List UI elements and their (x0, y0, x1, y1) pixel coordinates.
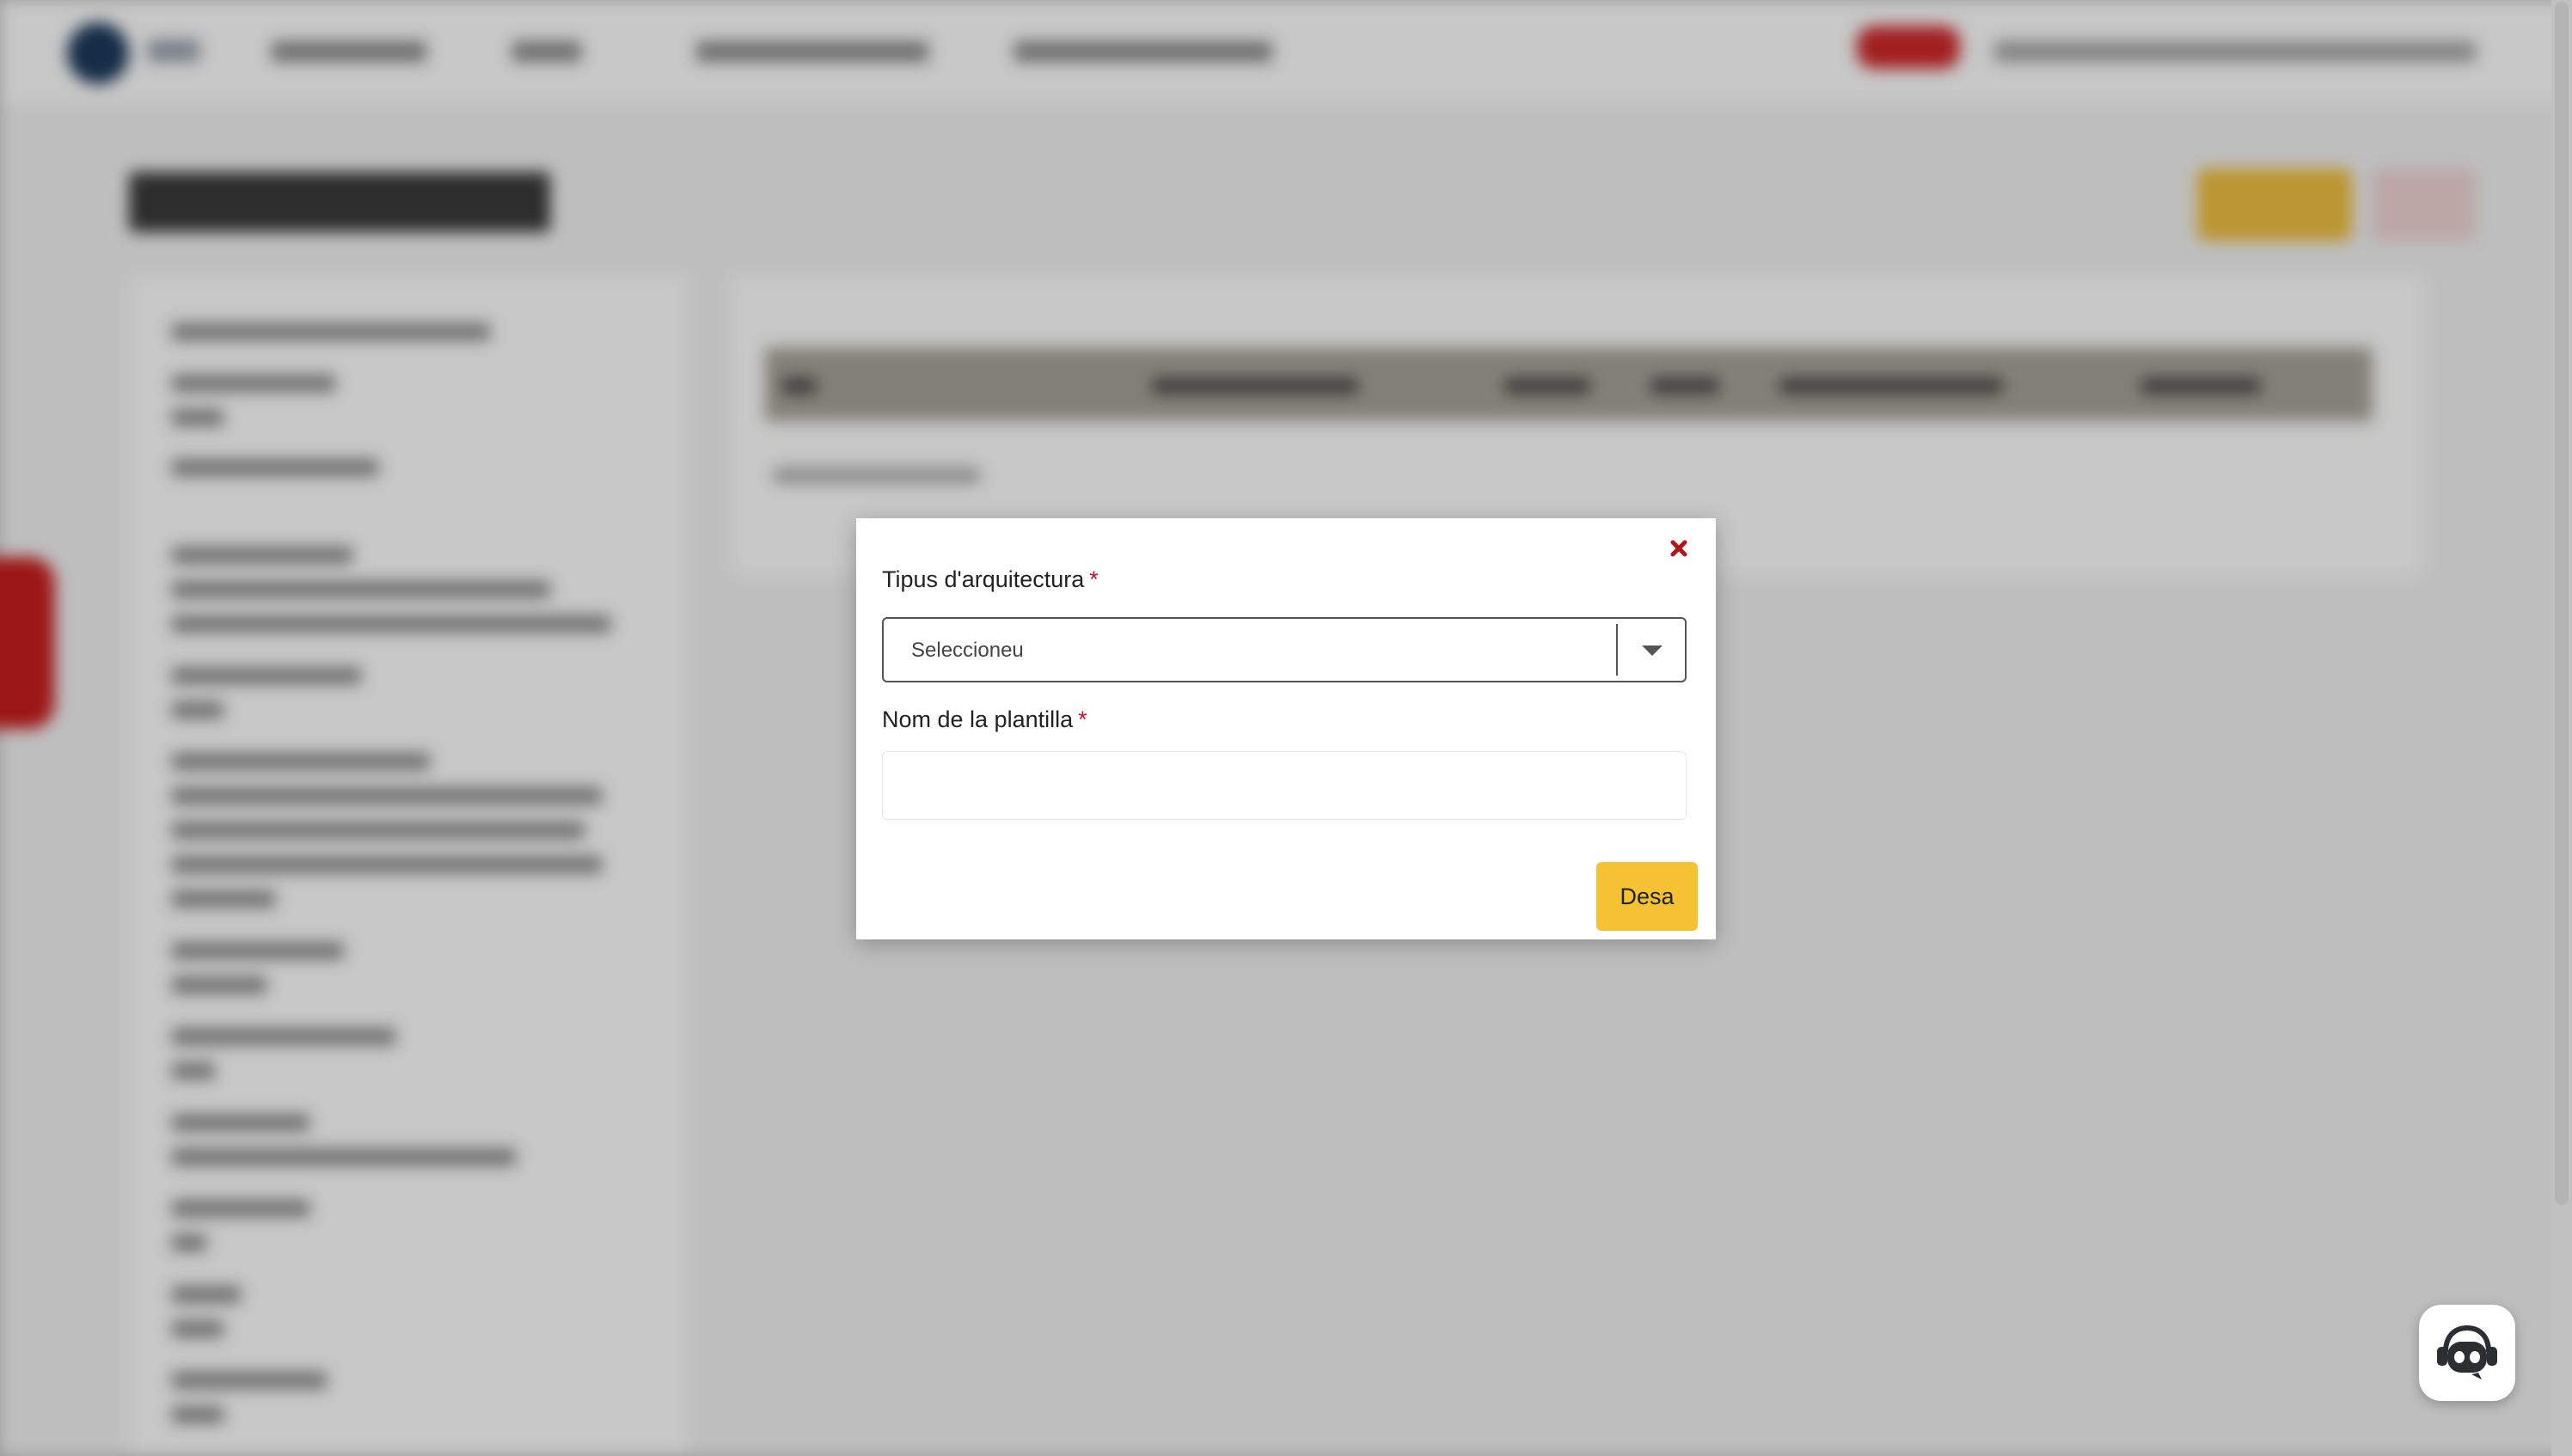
chevron-down-icon[interactable] (1635, 638, 1669, 664)
required-asterisk: * (1078, 707, 1087, 732)
required-asterisk: * (1089, 566, 1099, 592)
architecture-type-label: Tipus d'arquitectura * (882, 566, 1099, 593)
architecture-type-label-text: Tipus d'arquitectura (882, 566, 1085, 592)
save-button[interactable]: Desa (1596, 862, 1698, 931)
robot-icon (2437, 1324, 2497, 1380)
architecture-type-select[interactable]: Seleccioneu (882, 617, 1687, 682)
template-name-input[interactable] (882, 751, 1687, 820)
select-separator (1616, 624, 1618, 676)
template-name-label: Nom de la plantilla * (882, 707, 1087, 733)
scrollbar-thumb[interactable] (2555, 2, 2569, 1205)
template-name-label-text: Nom de la plantilla (882, 707, 1074, 732)
close-button[interactable] (1664, 534, 1693, 563)
select-placeholder: Seleccioneu (911, 639, 1024, 662)
new-template-modal: Tipus d'arquitectura * Seleccioneu Nom de… (856, 518, 1716, 939)
chatbot-button[interactable] (2419, 1305, 2515, 1401)
close-x-icon (1670, 540, 1687, 557)
